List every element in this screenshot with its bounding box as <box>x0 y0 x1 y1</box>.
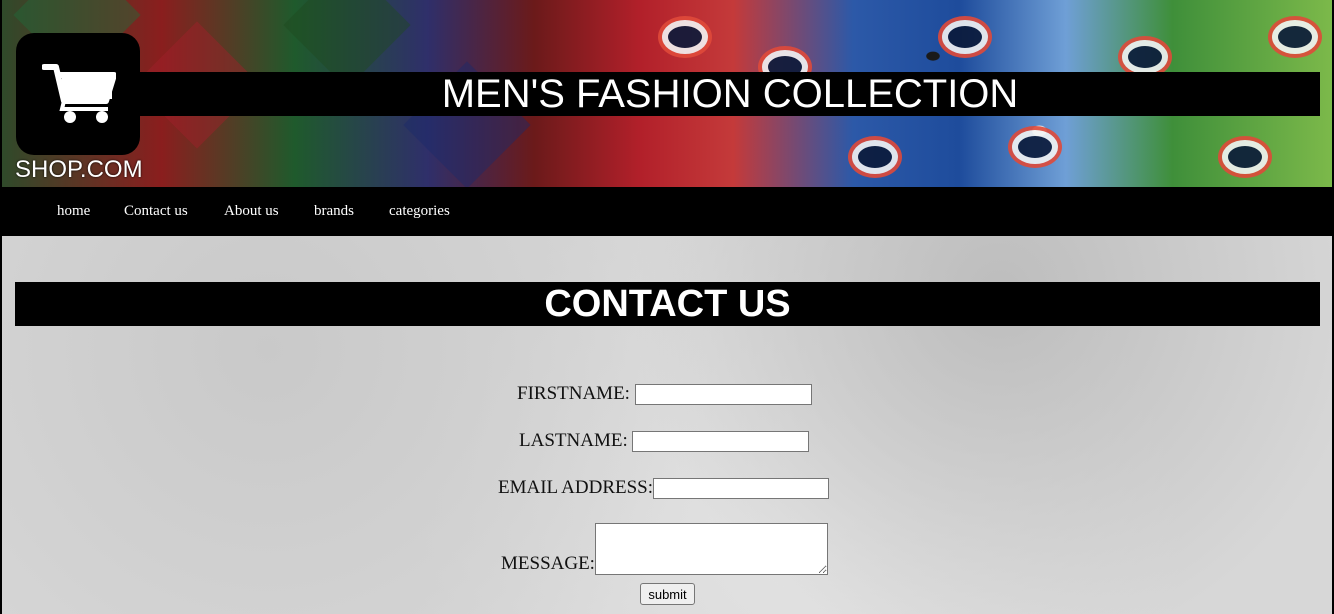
nav-item-contact-us[interactable]: Contact us <box>124 203 188 220</box>
banner-pattern-dot <box>662 20 708 54</box>
email-row: EMAIL ADDRESS: <box>498 477 830 500</box>
lastname-field[interactable] <box>632 431 810 453</box>
message-label: MESSAGE: <box>501 553 595 574</box>
message-row: MESSAGE: <box>501 523 828 575</box>
shopping-cart-icon <box>42 64 116 123</box>
lastname-row: LASTNAME: <box>519 430 810 453</box>
nav-item-home[interactable]: home <box>57 203 90 220</box>
nav-item-about-us[interactable]: About us <box>224 203 279 220</box>
submit-button[interactable]: submit <box>640 583 695 605</box>
banner-pattern-dot <box>852 140 898 174</box>
banner-pattern-dot <box>1122 40 1168 74</box>
firstname-label: FIRSTNAME: <box>517 383 630 404</box>
banner-pattern-dot <box>1222 140 1268 174</box>
lastname-label: LASTNAME: <box>519 430 628 451</box>
email-field[interactable] <box>653 478 830 500</box>
firstname-row: FIRSTNAME: <box>517 383 812 406</box>
nav-item-categories[interactable]: categories <box>389 203 450 220</box>
banner-pattern-dot <box>1272 20 1318 54</box>
contact-heading: CONTACT US <box>544 283 791 325</box>
firstname-field[interactable] <box>634 384 812 406</box>
email-label: EMAIL ADDRESS: <box>498 477 654 498</box>
nav-item-brands[interactable]: brands <box>314 203 354 220</box>
logo[interactable] <box>16 33 140 155</box>
logo-text: SHOP.COM <box>15 156 143 183</box>
header-title-bar: MEN'S FASHION COLLECTION <box>140 72 1320 116</box>
contact-heading-bar: CONTACT US <box>15 282 1320 326</box>
contact-section: CONTACT US FIRSTNAME: LASTNAME: EMAIL AD… <box>2 236 1332 614</box>
banner-pattern-dot <box>942 20 988 54</box>
header-banner: SHOP.COM MEN'S FASHION COLLECTION <box>2 0 1332 187</box>
page-title: MEN'S FASHION COLLECTION <box>441 72 1019 116</box>
main-nav: home Contact us About us brands categori… <box>2 187 1332 236</box>
message-field[interactable] <box>594 523 828 575</box>
page: SHOP.COM MEN'S FASHION COLLECTION home C… <box>2 0 1332 614</box>
banner-pattern-dot <box>1012 130 1058 164</box>
